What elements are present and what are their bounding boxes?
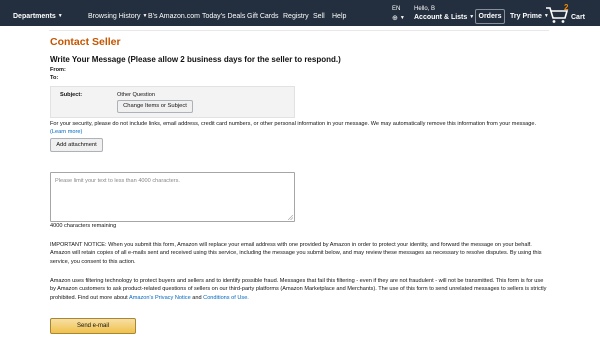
nav-bar: Departments ▼ Browsing History ▼ B's Amazo… — [0, 0, 600, 26]
change-items-button[interactable]: Change Items or Subject — [117, 100, 193, 113]
message-placeholder: Please limit your text to less than 4000… — [55, 178, 180, 184]
subject-value: Other Question — [117, 92, 155, 98]
chars-remaining: 4000 characters remaining — [50, 223, 117, 229]
nav-link-registry[interactable]: Registry — [283, 13, 309, 20]
nav-link-sell[interactable]: Sell — [313, 13, 325, 20]
form-subtitle: Write Your Message (Please allow 2 busin… — [50, 55, 341, 64]
conditions-of-use-link[interactable]: Conditions of Use. — [203, 295, 249, 301]
try-prime-menu[interactable]: Try Prime ▼ — [510, 13, 549, 20]
caret-icon: ▼ — [57, 13, 63, 20]
account-lists-menu[interactable]: Account & Lists ▼ — [414, 14, 474, 21]
subject-panel: Subject: Other Question Change Items or … — [50, 86, 295, 118]
add-attachment-button[interactable]: Add attachment — [50, 138, 103, 152]
cart-label: Cart — [571, 14, 586, 21]
caret-icon: ▼ — [142, 13, 148, 20]
language-label: EN — [392, 6, 401, 12]
learn-more-link[interactable]: (Learn more) — [50, 129, 82, 135]
nav-link-help[interactable]: Help — [332, 13, 346, 20]
nav-link-gift-cards[interactable]: Gift Cards — [247, 13, 279, 20]
from-label: From: — [50, 67, 66, 73]
orders-link[interactable]: Orders — [475, 9, 505, 24]
language-selector[interactable]: EN — [392, 6, 400, 12]
cart-button[interactable]: 2 Cart — [545, 3, 591, 24]
filtering-notice: Amazon uses filtering technology to prot… — [50, 277, 550, 302]
nav-link-browsing-history[interactable]: Browsing History ▼ — [88, 13, 147, 20]
important-notice: IMPORTANT NOTICE: When you submit this f… — [50, 242, 542, 265]
message-textarea[interactable]: Please limit your text to less than 4000… — [50, 172, 295, 222]
nav-link-todays-deals[interactable]: Today's Deals — [202, 13, 245, 20]
and-text: and — [192, 294, 202, 301]
divider — [49, 30, 549, 31]
globe-icon: ⊕ ▼ — [392, 15, 405, 22]
caret-icon: ▼ — [469, 14, 475, 21]
resize-handle-icon[interactable] — [288, 215, 293, 220]
page-title: Contact Seller — [50, 36, 121, 48]
privacy-notice-link[interactable]: Amazon's Privacy Notice — [129, 295, 191, 301]
departments-menu[interactable]: Departments ▼ — [13, 13, 63, 20]
account-greeting: Hello, B — [414, 6, 436, 12]
cart-count: 2 — [564, 3, 569, 12]
nav-link-my-amazon[interactable]: B's Amazon.com — [148, 13, 200, 20]
subject-label: Subject: — [60, 92, 83, 98]
nav-link-label: Browsing History — [88, 13, 141, 20]
account-label: Account & Lists — [414, 14, 468, 21]
departments-label: Departments — [13, 13, 56, 20]
security-note: For your security, please do not include… — [50, 120, 550, 137]
to-label: To: — [50, 75, 59, 81]
send-email-button[interactable]: Send e-mail — [50, 318, 136, 334]
filtering-text: Amazon uses filtering technology to prot… — [50, 278, 547, 301]
prime-label: Try Prime — [510, 13, 542, 20]
security-note-text: For your security, please do not include… — [50, 121, 537, 127]
